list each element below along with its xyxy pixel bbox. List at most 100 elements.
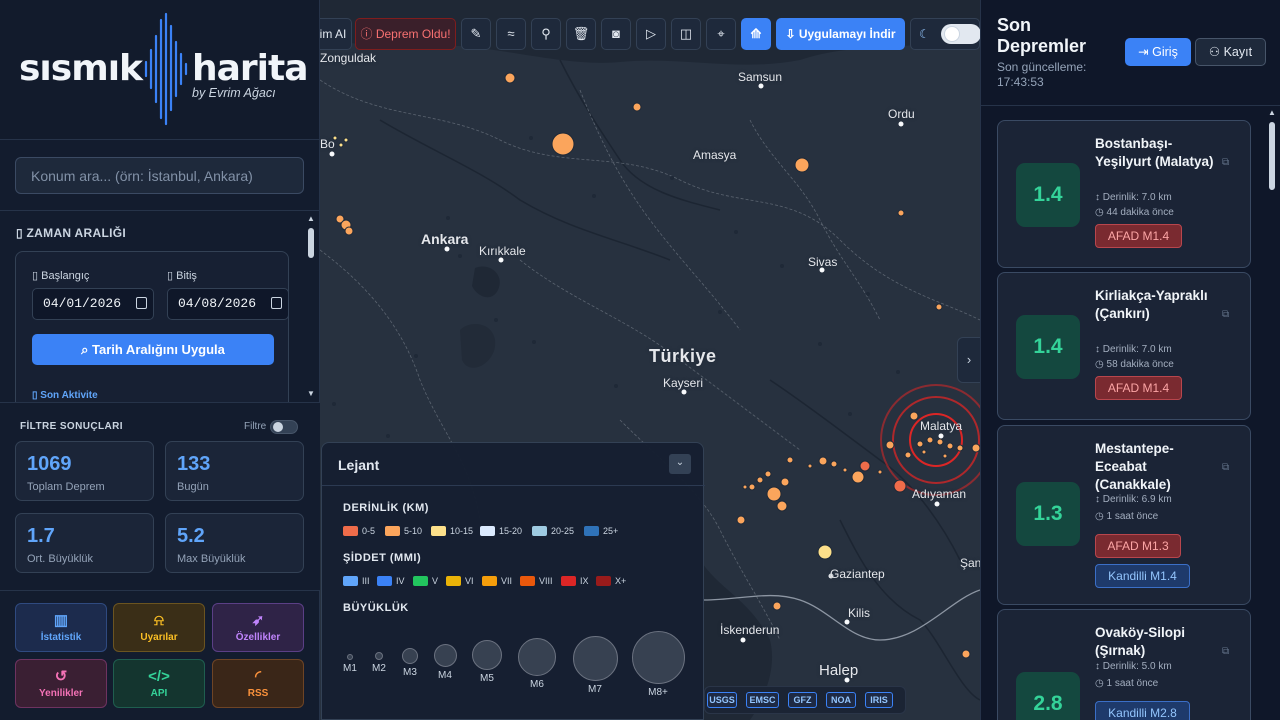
apply-date-range-button[interactable]: ⌕ Tarih Aralığını Uygula <box>32 334 274 365</box>
scroll-up-icon[interactable]: ▲ <box>307 214 315 223</box>
mmi-swatch: VII <box>482 576 512 588</box>
wave-icon[interactable]: ≈ <box>496 18 526 50</box>
depth-swatch: 5-10 <box>385 526 422 538</box>
city-label: Samsun <box>738 70 783 84</box>
api-button[interactable]: </> API <box>113 659 205 708</box>
source-noa[interactable]: NOA <box>826 692 856 708</box>
city-label: Sivas <box>808 255 838 269</box>
quake-depth: ↕ Derinlik: 5.0 km <box>1095 661 1172 672</box>
magnitude-swatch: M1 <box>340 654 360 674</box>
calendar-icon[interactable] <box>271 297 282 309</box>
external-link-icon[interactable]: ⧉ <box>1222 646 1229 657</box>
source-tag-afad[interactable]: AFAD M1.3 <box>1095 534 1181 558</box>
scroll-thumb[interactable] <box>308 228 314 258</box>
depth-swatch: 20-25 <box>532 526 574 538</box>
end-date-input[interactable]: 04/08/2026 <box>167 288 289 320</box>
pin-icon[interactable]: ⚲ <box>531 18 561 50</box>
quake-time: ◷ 44 dakika önce <box>1095 207 1174 218</box>
scroll-thumb[interactable] <box>1269 122 1275 190</box>
date-range-card: ▯ Başlangıç ▯ Bitiş 04/01/2026 04/08/202… <box>15 251 289 402</box>
city-label: Kayseri <box>663 376 704 390</box>
source-gfz[interactable]: GFZ <box>788 692 817 708</box>
chart-icon: ▥ <box>53 612 69 629</box>
location-search-input[interactable] <box>15 157 304 194</box>
play-icon[interactable]: ▷ <box>636 18 666 50</box>
magnitude-heading: BÜYÜKLÜK <box>343 602 409 614</box>
scroll-up-icon[interactable]: ▲ <box>1268 108 1276 117</box>
quake-depth: ↕ Derinlik: 7.0 km <box>1095 192 1172 203</box>
source-tag-afad[interactable]: AFAD M1.4 <box>1095 224 1182 248</box>
mmi-heading: ŞİDDET (MMI) <box>343 552 422 564</box>
external-link-icon[interactable]: ⧉ <box>1222 309 1229 320</box>
map-view[interactable]: Zonguldak Samsun Ordu Amasya Bo Ankara K… <box>320 0 980 720</box>
stat-today: 133 Bugün <box>165 441 304 501</box>
magnitude-swatch: M5 <box>471 640 503 684</box>
quake-card[interactable]: 1.4 Bostanbaşı-Yeşilyurt (Malatya) ⧉ ↕ D… <box>997 120 1251 268</box>
city-label: Adıyaman <box>912 487 967 501</box>
ai-button[interactable]: im AI <box>320 18 352 50</box>
time-section-scrollbar[interactable]: ▲ ▼ <box>306 214 316 398</box>
stat-average-magnitude: 1.7 Ort. Büyüklük <box>15 513 154 573</box>
quake-list-scrollbar[interactable]: ▲ <box>1267 108 1277 718</box>
magnitude-badge: 1.4 <box>1016 163 1080 227</box>
logo[interactable]: sısmık harita by Evrim Ağacı <box>0 0 319 140</box>
quake-location: Bostanbaşı-Yeşilyurt (Malatya) <box>1095 136 1214 169</box>
city-label: Ordu <box>888 107 915 121</box>
source-iris[interactable]: IRIS <box>865 692 893 708</box>
features-button[interactable]: ➶ Özellikler <box>212 603 304 652</box>
seismic-wave-icon <box>144 12 188 126</box>
camera-icon[interactable]: ◙ <box>601 18 631 50</box>
start-date-input[interactable]: 04/01/2026 <box>32 288 154 320</box>
register-button[interactable]: ⚇ Kayıt <box>1195 38 1266 66</box>
quake-depth: ↕ Derinlik: 7.0 km <box>1095 344 1172 355</box>
recent-quakes-header: Son Depremler Son güncelleme: 17:43:53 ⇥… <box>981 0 1280 106</box>
legend-panel: Lejant ⌄ DERİNLİK (KM) 0-5 5-10 10-15 15… <box>321 442 705 720</box>
quake-card[interactable]: 2.8 Ovaköy-Silopi (Şırnak) ⧉ ↕ Derinlik:… <box>997 609 1251 720</box>
rss-button[interactable]: ◜ RSS <box>212 659 304 708</box>
locate-icon[interactable]: ⌖ <box>706 18 736 50</box>
scroll-down-icon[interactable]: ▼ <box>307 389 315 398</box>
ruler-icon[interactable]: ✎ <box>461 18 491 50</box>
navigation-icon[interactable]: ⟰ <box>741 18 771 50</box>
filter-toggle[interactable] <box>270 420 298 434</box>
calendar-icon[interactable] <box>136 297 147 309</box>
external-link-icon[interactable]: ⧉ <box>1222 462 1229 473</box>
chevron-right-icon: › <box>966 352 972 367</box>
chevron-down-icon[interactable]: ⌄ <box>669 454 691 474</box>
city-label: Şan <box>960 556 980 570</box>
source-usgs[interactable]: USGS <box>707 692 737 708</box>
source-tag-kandilli[interactable]: Kandilli M1.4 <box>1095 564 1190 588</box>
alert-icon: ⓘ <box>360 27 373 41</box>
theme-toggle[interactable]: ☾ <box>910 18 980 50</box>
mmi-swatch: V <box>413 576 438 588</box>
split-view-icon[interactable]: ◫ <box>671 18 701 50</box>
report-quake-button[interactable]: ⓘ Deprem Oldu! <box>355 18 456 50</box>
external-link-icon[interactable]: ⧉ <box>1222 157 1229 168</box>
statistics-button[interactable]: ▥ İstatistik <box>15 603 107 652</box>
search-icon: ⌕ <box>81 342 89 357</box>
login-button[interactable]: ⇥ Giriş <box>1125 38 1191 66</box>
city-label: Zonguldak <box>320 51 377 65</box>
collapse-panel-button[interactable]: › <box>957 337 980 383</box>
source-tag-afad[interactable]: AFAD M1.4 <box>1095 376 1182 400</box>
source-tag-kandilli[interactable]: Kandilli M2.8 <box>1095 701 1190 720</box>
magnitude-swatch: M4 <box>433 644 457 681</box>
last-updated: Son güncelleme: 17:43:53 <box>997 60 1087 89</box>
alerts-button[interactable]: ⍾ Uyarılar <box>113 603 205 652</box>
quake-card[interactable]: 1.4 Kirliakça-Yapraklı (Çankırı) ⧉ ↕ Der… <box>997 272 1251 420</box>
depth-swatch: 10-15 <box>431 526 473 538</box>
trash-icon[interactable]: 🗑 <box>566 18 596 50</box>
depth-swatch: 15-20 <box>480 526 522 538</box>
time-range-heading: ▯ ZAMAN ARALIĞI <box>16 226 126 240</box>
source-emsc[interactable]: EMSC <box>746 692 779 708</box>
city-label: Ankara <box>421 231 469 247</box>
magnitude-badge: 1.4 <box>1016 315 1080 379</box>
magnitude-badge: 2.8 <box>1016 672 1080 720</box>
code-icon: </> <box>148 668 170 685</box>
login-icon: ⇥ <box>1138 45 1149 59</box>
depth-heading: DERİNLİK (KM) <box>343 502 429 514</box>
recent-activity-link[interactable]: ▯ Son Aktivite <box>32 390 98 401</box>
quake-card[interactable]: 1.3 Mestantepe-Eceabat (Canakkale) ⧉ ↕ D… <box>997 425 1251 605</box>
download-app-button[interactable]: ⇩ Uygulamayı İndir <box>776 18 905 50</box>
whats-new-button[interactable]: ↺ Yenilikler <box>15 659 107 708</box>
